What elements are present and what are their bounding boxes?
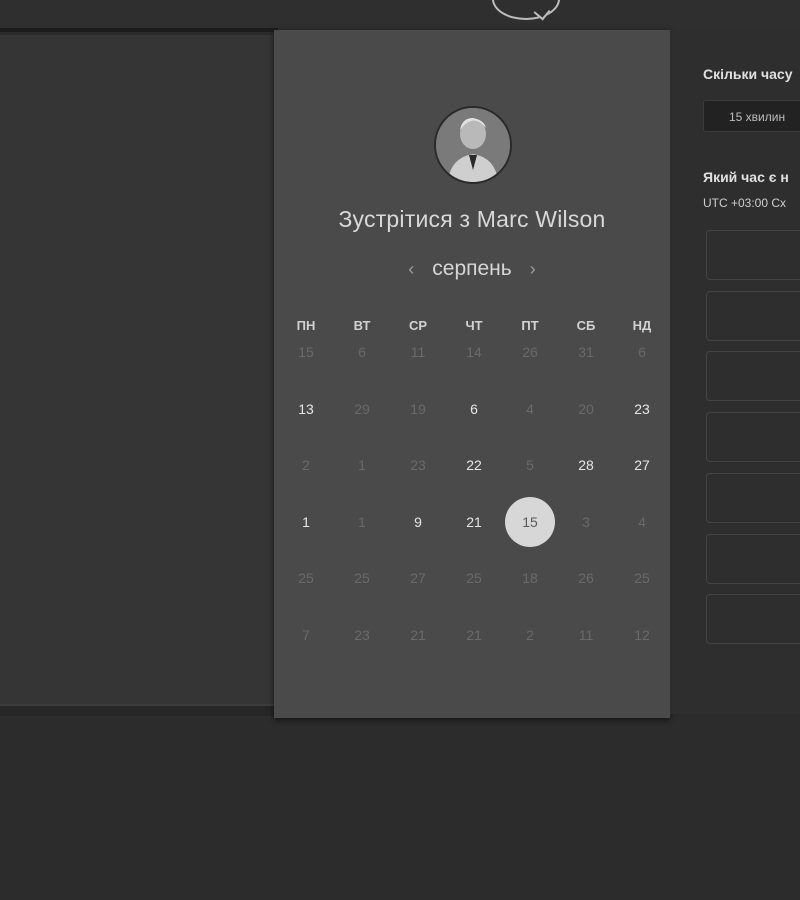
selected-day[interactable]: 15	[505, 496, 555, 547]
calendar-day[interactable]: 22	[446, 450, 502, 480]
calendar-day: 23	[354, 626, 370, 643]
calendar-day: 25	[298, 570, 314, 586]
page-footer-area	[0, 716, 800, 900]
weekday-label: НД	[632, 318, 652, 333]
time-slot[interactable]	[706, 230, 800, 280]
calendar-day: 4	[526, 400, 534, 417]
calendar-day[interactable]: 6	[446, 394, 502, 424]
calendar-day: 26	[578, 570, 594, 586]
calendar-day: 6	[358, 344, 366, 360]
time-slot[interactable]	[706, 533, 800, 584]
time-question: Який час є н	[703, 169, 789, 185]
weekday-label: СР	[408, 318, 428, 333]
calendar-day: 1	[358, 513, 366, 530]
calendar-week-row: 2 1 23 22 5 28 27	[278, 450, 670, 507]
month-navigation: ‹ серпень ›	[274, 255, 670, 283]
calendar-day: 7	[302, 626, 310, 643]
weekday-label: ПТ	[521, 318, 539, 333]
calendar-day: 11	[410, 344, 426, 360]
weekday-label: ЧТ	[465, 318, 483, 333]
time-slot[interactable]	[706, 412, 800, 463]
time-slot[interactable]	[706, 594, 800, 645]
weekday-label: СБ	[576, 318, 596, 333]
time-slot[interactable]	[706, 351, 800, 402]
chevron-left-icon[interactable]: ‹	[408, 259, 414, 280]
calendar-day: 2	[302, 457, 310, 473]
calendar-day: 26	[522, 344, 538, 360]
calendar-days: 15 6 11 14 26 31 6 13 29 19 6 4 20 23 2 1 23 22 5 28 27 1 1 9 21…	[278, 337, 670, 676]
left-panel	[0, 35, 274, 705]
calendar-day[interactable]: 27	[614, 450, 670, 480]
calendar-day: 15	[298, 344, 314, 360]
calendar-day[interactable]: 9	[390, 507, 446, 537]
calendar-day: 21	[466, 626, 482, 643]
calendar-day[interactable]: 28	[558, 450, 614, 480]
calendar-grid: ПН ВТ СР ЧТ ПТ СБ НД 15 6 11 14 26 31 6 13 29 19 6 4 20 23 2…	[278, 315, 670, 676]
calendar-week-row: 15 6 11 14 26 31 6	[278, 337, 670, 394]
calendar-day: 14	[466, 344, 482, 360]
calendar-week-row: 7 23 21 21 2 11 12	[278, 620, 670, 677]
calendar-day[interactable]: 23	[614, 394, 670, 424]
calendar-day: 2	[526, 626, 534, 643]
month-label: серпень	[432, 257, 512, 280]
timezone-selector[interactable]: UTC +03:00 Сх	[703, 196, 786, 210]
avatar	[434, 106, 512, 184]
calendar-day[interactable]: 13	[278, 394, 334, 424]
weekday-label: ВТ	[353, 318, 371, 333]
calendar-day: 6	[638, 344, 646, 360]
weekday-label: ПН	[296, 318, 316, 333]
calendar-day: 1	[358, 457, 366, 473]
calendar-week-row: 1 1 9 21 15 3 4	[278, 496, 670, 564]
calendar-day: 25	[354, 570, 370, 586]
calendar-day: 3	[582, 513, 590, 530]
calendar-day: 21	[410, 626, 426, 643]
top-bar	[0, 0, 800, 30]
calendar-week-row: 13 29 19 6 4 20 23	[278, 394, 670, 451]
calendar-day: 4	[638, 513, 646, 530]
page-title: Зустрітися з Marc Wilson	[338, 206, 606, 232]
duration-question: Скільки часу	[703, 66, 793, 82]
calendar-day: 25	[634, 570, 650, 586]
calendar-day: 25	[466, 570, 482, 586]
chevron-right-icon[interactable]: ›	[530, 259, 536, 280]
calendar-day: 5	[526, 457, 534, 473]
calendar-day: 12	[634, 626, 650, 643]
time-selection-panel: Скільки часу 15 хвилин Який час є н UTC …	[670, 30, 800, 714]
calendar-week-row: 25 25 27 25 18 26 25	[278, 563, 670, 620]
calendar-day[interactable]: 15	[502, 496, 558, 547]
calendar-day[interactable]: 1	[278, 507, 334, 537]
calendar-day: 29	[354, 400, 370, 417]
duration-option-button[interactable]: 15 хвилин	[703, 100, 800, 132]
calendar-day: 27	[410, 570, 426, 586]
calendar-day: 18	[522, 570, 538, 586]
booking-card: Зустрітися з Marc Wilson ‹ серпень › ПН В…	[274, 30, 670, 718]
calendar-day[interactable]: 21	[446, 507, 502, 537]
calendar-day: 20	[578, 400, 594, 417]
time-slot[interactable]	[706, 472, 800, 523]
calendar-day: 31	[578, 344, 594, 360]
calendar-day: 23	[410, 457, 426, 473]
top-divider	[0, 28, 278, 32]
left-panel-footer	[0, 704, 278, 716]
calendar-day: 11	[578, 626, 594, 643]
weekday-header: ПН ВТ СР ЧТ ПТ СБ НД	[278, 315, 670, 337]
time-slot[interactable]	[706, 290, 800, 341]
calendar-day: 19	[410, 400, 426, 417]
